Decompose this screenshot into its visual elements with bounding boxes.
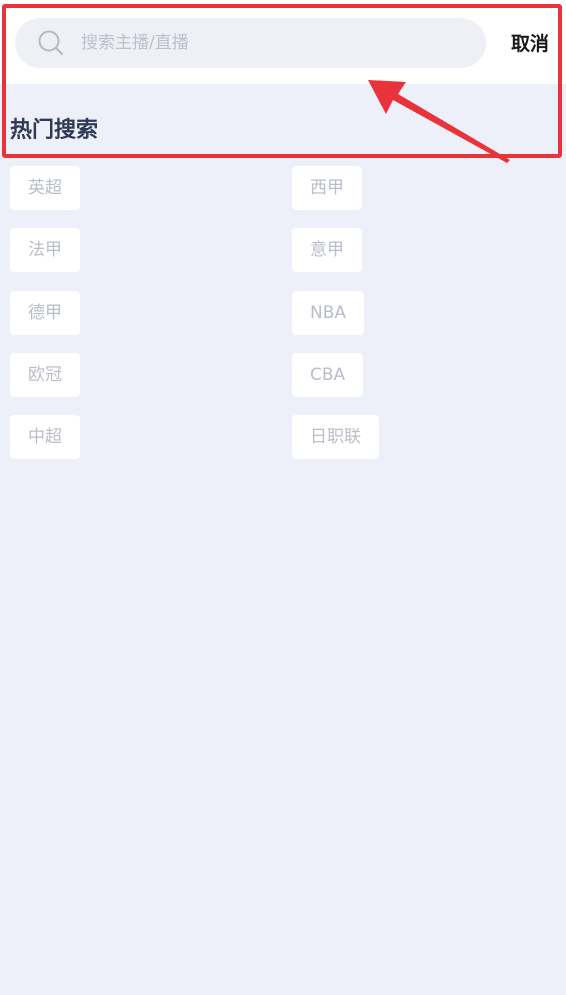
hot-search-tag[interactable]: 意甲 xyxy=(292,228,362,272)
hot-search-tag[interactable]: 日职联 xyxy=(292,415,379,459)
hot-search-tag[interactable]: 法甲 xyxy=(10,228,80,272)
hot-search-tag[interactable]: 德甲 xyxy=(10,291,80,335)
search-input[interactable] xyxy=(81,18,471,68)
hot-search-tag[interactable]: 英超 xyxy=(10,166,80,210)
search-box[interactable] xyxy=(15,18,486,68)
search-header: 取消 xyxy=(0,0,566,84)
cancel-button[interactable]: 取消 xyxy=(502,28,558,60)
hot-search-tag[interactable]: NBA xyxy=(292,291,365,335)
hot-search-tag[interactable]: 欧冠 xyxy=(10,353,80,397)
hot-search-title: 热门搜索 xyxy=(10,118,99,143)
hot-search-tag[interactable]: CBA xyxy=(292,353,364,397)
hot-search-tag[interactable]: 中超 xyxy=(10,415,80,459)
search-icon xyxy=(38,30,64,56)
hot-search-tag[interactable]: 西甲 xyxy=(292,166,362,210)
